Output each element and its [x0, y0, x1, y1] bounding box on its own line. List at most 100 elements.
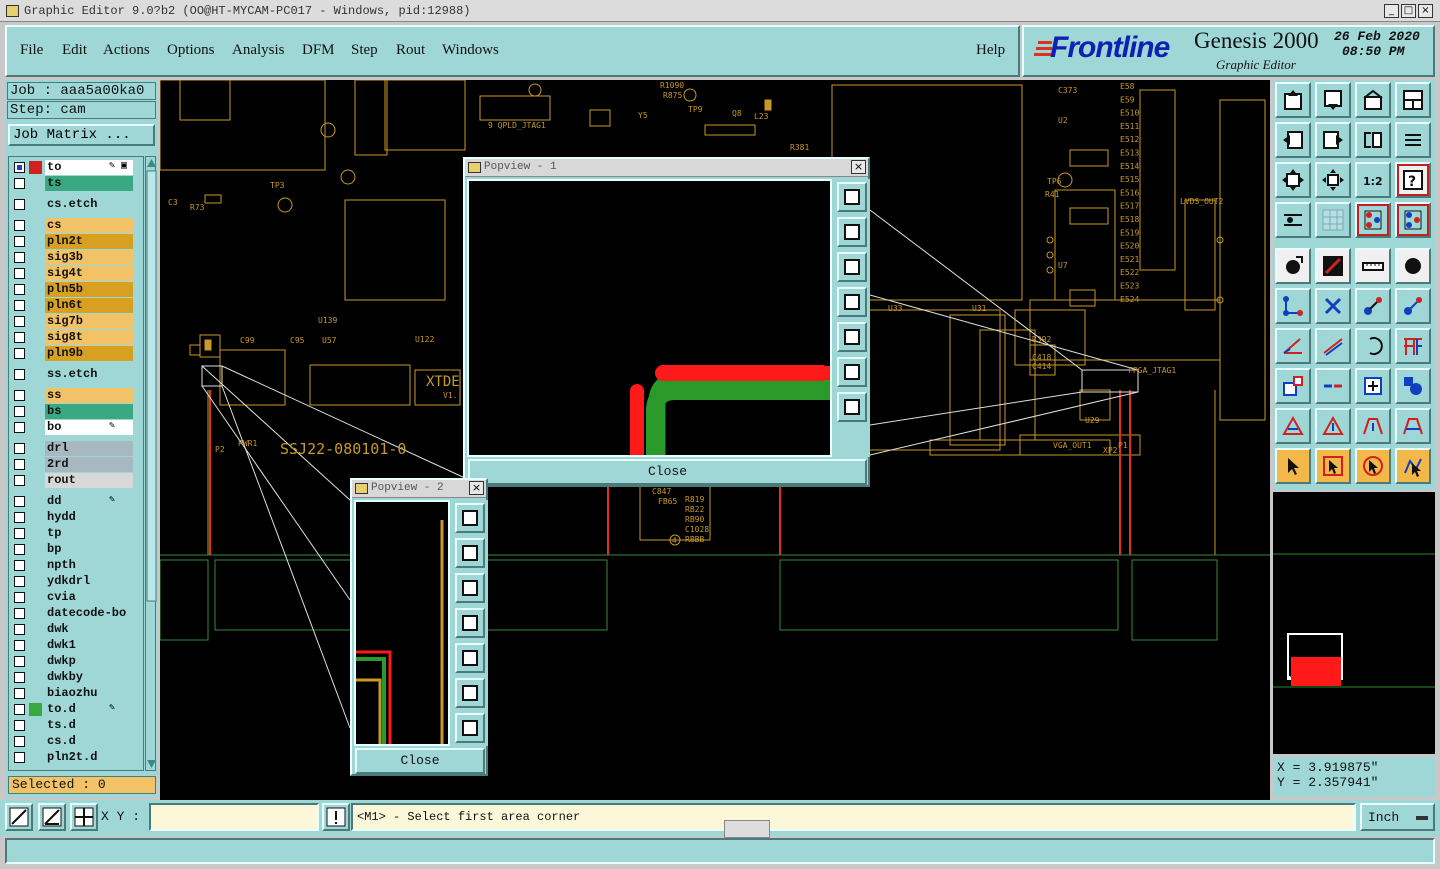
layer-checkbox[interactable] — [14, 704, 25, 715]
layer-name[interactable]: tp — [45, 526, 133, 541]
layer-row-bs[interactable]: bs — [9, 404, 143, 419]
layer-row-cvia[interactable]: cvia — [9, 590, 143, 605]
layer-row-rout[interactable]: rout — [9, 473, 143, 488]
layer-name[interactable]: ss.etch — [45, 367, 133, 382]
menu-file[interactable]: File — [20, 42, 43, 59]
split-trace-icon[interactable] — [1395, 328, 1431, 364]
layer-checkbox[interactable] — [14, 316, 25, 327]
layer-row-cs-etch[interactable]: cs.etch — [9, 197, 143, 212]
layer-name[interactable]: cs.etch — [45, 197, 133, 212]
trapezoid-icon[interactable] — [1395, 408, 1431, 444]
layer-name[interactable]: sig8t — [45, 330, 133, 345]
pan-right-icon[interactable] — [1315, 122, 1351, 158]
layer-checkbox[interactable] — [14, 656, 25, 667]
layer-checkbox[interactable] — [14, 459, 25, 470]
layer-list-scrollbar[interactable] — [145, 156, 157, 771]
close-window-button[interactable]: × — [1418, 4, 1433, 18]
layer-name[interactable]: npth — [45, 558, 133, 573]
menu-options[interactable]: Options — [167, 42, 215, 59]
layer-checkbox[interactable] — [14, 640, 25, 651]
popview-2-close-icon[interactable]: × — [469, 481, 484, 495]
layer-checkbox[interactable] — [14, 688, 25, 699]
layer-row-pln6t[interactable]: pln6t — [9, 298, 143, 313]
layer-row-ts-d[interactable]: ts.d — [9, 718, 143, 733]
layer-row-dd[interactable]: dd ✎ — [9, 494, 143, 509]
keyboard-icon[interactable] — [724, 820, 770, 838]
popview-pan-right-icon[interactable] — [837, 322, 867, 352]
pan-left-icon[interactable] — [1275, 122, 1311, 158]
layer-row-ss-etch[interactable]: ss.etch — [9, 367, 143, 382]
units-dropdown[interactable]: Inch — [1360, 803, 1435, 831]
popview-2-titlebar[interactable]: Popview - 2 × — [352, 480, 486, 498]
layer-checkbox[interactable] — [14, 528, 25, 539]
popview-2-view[interactable] — [354, 500, 450, 746]
layer-checkbox[interactable] — [14, 752, 25, 763]
select-pointer-icon[interactable] — [1275, 448, 1311, 484]
layer-checkbox[interactable] — [14, 443, 25, 454]
layer-name[interactable]: dwk — [45, 622, 133, 637]
layer-checkbox[interactable] — [14, 736, 25, 747]
maximize-button[interactable]: □ — [1401, 4, 1416, 18]
group-icon[interactable] — [1395, 368, 1431, 404]
layer-checkbox[interactable] — [14, 178, 25, 189]
layer-row-pln2t-d[interactable]: pln2t.d — [9, 750, 143, 765]
layer-name[interactable]: dwk1 — [45, 638, 133, 653]
zoom-fit-icon[interactable] — [1275, 162, 1311, 198]
layer-name[interactable]: cs — [45, 218, 133, 233]
popview-pan-left-icon[interactable] — [837, 287, 867, 317]
layer-name[interactable]: dwkby — [45, 670, 133, 685]
layer-row-hydd[interactable]: hydd — [9, 510, 143, 525]
layer-name[interactable]: 2rd — [45, 457, 133, 472]
layer-row-dwk1[interactable]: dwk1 — [9, 638, 143, 653]
layer-name[interactable]: ts.d — [45, 718, 133, 733]
layer-name[interactable]: hydd — [45, 510, 133, 525]
layer-row-sig7b[interactable]: sig7b — [9, 314, 143, 329]
layer-checkbox[interactable] — [14, 624, 25, 635]
xy-input[interactable] — [149, 803, 319, 831]
layer-name[interactable]: cvia — [45, 590, 133, 605]
menu-step[interactable]: Step — [351, 42, 378, 59]
popview-pan-down-icon[interactable] — [837, 252, 867, 282]
net-highlight-icon[interactable] — [1355, 202, 1391, 238]
layer-row-sig8t[interactable]: sig8t — [9, 330, 143, 345]
select-net-icon[interactable] — [1395, 448, 1431, 484]
line-tool-icon[interactable] — [1315, 248, 1351, 284]
net-compare-icon[interactable] — [1395, 202, 1431, 238]
menu-dfm[interactable]: DFM — [302, 42, 335, 59]
copy-icon[interactable] — [1395, 288, 1431, 324]
layer-name[interactable]: bp — [45, 542, 133, 557]
layer-row-cs-d[interactable]: cs.d — [9, 734, 143, 749]
layer-checkbox[interactable] — [14, 220, 25, 231]
layer-row-sig4t[interactable]: sig4t — [9, 266, 143, 281]
layer-row-cs[interactable]: cs — [9, 218, 143, 233]
exclamation-icon[interactable] — [322, 803, 350, 831]
layer-checkbox[interactable] — [14, 284, 25, 295]
layer-row-pln2t[interactable]: pln2t — [9, 234, 143, 249]
layer-checkbox[interactable] — [14, 348, 25, 359]
job-matrix-button[interactable]: Job Matrix ... — [8, 124, 155, 146]
layer-checkbox[interactable] — [14, 475, 25, 486]
layer-name[interactable]: ydkdrl — [45, 574, 133, 589]
layer-name[interactable]: dwkp — [45, 654, 133, 669]
popview-1-close-icon[interactable]: × — [851, 160, 866, 174]
pad-icon[interactable] — [1275, 248, 1311, 284]
layer-row-sig3b[interactable]: sig3b — [9, 250, 143, 265]
cross-icon[interactable] — [1315, 288, 1351, 324]
layer-checkbox[interactable] — [14, 390, 25, 401]
popview-pan-left-icon[interactable] — [455, 608, 485, 638]
measure-icon[interactable] — [1275, 202, 1311, 238]
layer-name[interactable]: datecode-bo — [45, 606, 133, 621]
layer-checkbox[interactable] — [14, 199, 25, 210]
layer-row-dwk[interactable]: dwk — [9, 622, 143, 637]
menu-analysis[interactable]: Analysis — [232, 42, 285, 59]
zoom-home-icon[interactable] — [1275, 82, 1311, 118]
menu-help[interactable]: Help — [976, 42, 1005, 59]
circle-pad-icon[interactable] — [1395, 248, 1431, 284]
menu-windows[interactable]: Windows — [442, 42, 499, 59]
popview-pan-up-icon[interactable] — [837, 217, 867, 247]
menu-rout[interactable]: Rout — [396, 42, 425, 59]
layer-name[interactable]: pln5b — [45, 282, 133, 297]
split-view-icon[interactable] — [1395, 82, 1431, 118]
popview-zoom-home-icon[interactable] — [455, 503, 485, 533]
layer-checkbox[interactable] — [14, 252, 25, 263]
